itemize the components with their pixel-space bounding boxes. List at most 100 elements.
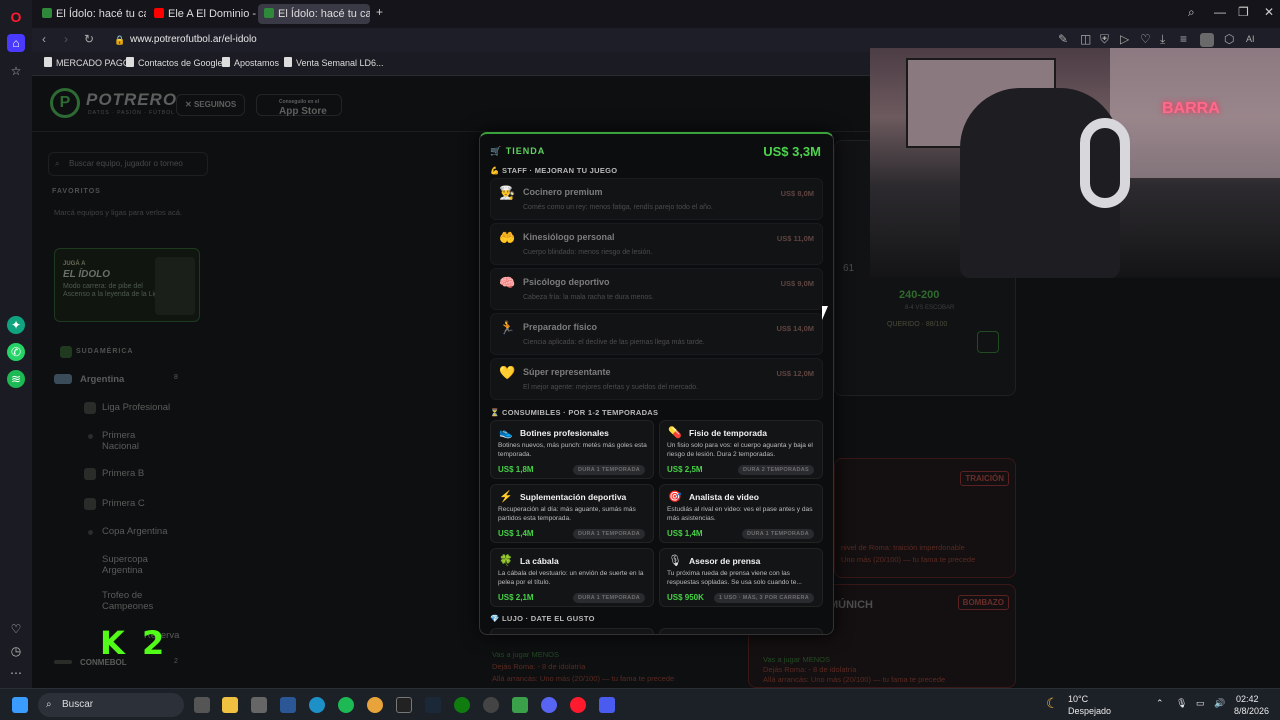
team-search-input[interactable]: ⌕ Buscar equipo, jugador o torneo <box>48 152 208 176</box>
el-idolo-promo-card[interactable]: JUGÁ A EL ÍDOLO Modo carrera: de pibe de… <box>54 248 200 322</box>
steam-icon[interactable] <box>425 697 441 713</box>
chatgpt-icon[interactable]: ✦ <box>7 316 25 334</box>
nav-copa-argentina[interactable]: Copa Argentina <box>102 526 168 537</box>
ai-button[interactable]: AI <box>1246 34 1255 44</box>
nav-primera-c[interactable]: Primera C <box>102 498 145 509</box>
star-icon[interactable]: ☆ <box>7 62 25 80</box>
spotify-icon[interactable] <box>338 697 354 713</box>
consumable-analista[interactable]: 🎯 Analista de video Estudiás al rival en… <box>659 484 823 543</box>
spotify-icon[interactable]: ≋ <box>7 370 25 388</box>
follow-button[interactable]: ✕ SEGUINOS <box>176 94 246 116</box>
bookmark-mercado-pago[interactable]: MERCADO PAGO <box>44 57 130 68</box>
xbox-icon[interactable] <box>454 697 470 713</box>
nav-supercopa[interactable]: Supercopa Argentina <box>102 554 172 576</box>
heart-icon[interactable]: ♡ <box>1140 32 1151 46</box>
consumable-asesor-prensa[interactable]: 🎙 Asesor de prensa Tu próxima rueda de p… <box>659 548 823 607</box>
taskbar-search[interactable]: ⌕ Buscar <box>38 693 184 717</box>
nav-primera-nacional[interactable]: Primera Nacional <box>102 430 172 452</box>
more-icon[interactable]: ⋯ <box>7 664 25 682</box>
nav-trofeo-campeones[interactable]: Trofeo de Campeones <box>102 590 172 612</box>
terminal-icon[interactable] <box>396 697 412 713</box>
player-card-image <box>155 257 195 315</box>
opera-logo-icon[interactable]: O <box>7 8 25 26</box>
bg-line-5: Allá arrancás: Uno más (20/100) — tu fam… <box>763 675 946 684</box>
bookmark-contactos[interactable]: Contactos de Google <box>126 57 223 68</box>
nav-primera-b[interactable]: Primera B <box>102 468 144 479</box>
forward-icon[interactable]: › <box>64 32 68 46</box>
lock-icon: 🔒 <box>114 35 126 45</box>
consumable-fisio[interactable]: 💊 Fisio de temporada Un fisio solo para … <box>659 420 823 479</box>
windows-start-icon[interactable] <box>12 697 28 713</box>
nav-liga-profesional[interactable]: Liga Profesional <box>102 402 170 413</box>
consumable-cabala[interactable]: 🍀 La cábala La cábala del vestuario: un … <box>490 548 654 607</box>
clock-icon[interactable]: ◷ <box>7 642 25 660</box>
region-sudamerica[interactable]: SUDAMÉRICA <box>76 348 133 355</box>
site-logo-text[interactable]: POTRERO <box>86 90 177 110</box>
whatsapp-icon[interactable]: ✆ <box>7 343 25 361</box>
microphone-icon[interactable]: 🎙 <box>1176 698 1187 709</box>
maximize-icon[interactable]: ❐ <box>1238 5 1249 19</box>
close-icon[interactable]: ✕ <box>1264 5 1274 19</box>
weather-desc[interactable]: Despejado <box>1068 706 1111 716</box>
download-icon[interactable]: ⤓ <box>1160 32 1165 47</box>
bookmark-apostamos[interactable]: Apostamos <box>222 57 279 68</box>
tab-el-idolo-active[interactable]: El Ídolo: hacé tu carrera e <box>258 4 370 24</box>
settings-icon[interactable] <box>483 697 499 713</box>
minimize-icon[interactable]: — <box>1214 5 1226 19</box>
bookmark-venta-semanal[interactable]: Venta Semanal LD6... <box>284 57 384 68</box>
target-icon: 🎯 <box>668 491 682 503</box>
app-icon[interactable] <box>512 697 528 713</box>
opera-icon[interactable] <box>570 697 586 713</box>
luxury-item-partial[interactable] <box>659 628 823 634</box>
site-logo-sub: DATOS · PASIÓN · FÚTBOL <box>88 110 175 116</box>
staff-item-kinesiologo[interactable]: 🤲 Kinesiólogo personal Cuerpo blindado: … <box>490 223 823 265</box>
shield-icon[interactable]: ⛨ <box>1100 32 1109 47</box>
profile-avatar[interactable] <box>1200 33 1214 47</box>
file-explorer-icon[interactable] <box>222 697 238 713</box>
weather-temp[interactable]: 10°C <box>1068 694 1088 704</box>
url-field[interactable]: 🔒 www.potrerofutbol.ar/el-idolo <box>108 30 868 50</box>
tab-youtube[interactable]: Ele A El Dominio - Ha <box>148 4 256 24</box>
camera-icon[interactable]: ◫ <box>1080 32 1091 46</box>
tab-el-idolo-1[interactable]: El Ídolo: hacé tu carrera e <box>36 4 146 24</box>
heart-icon[interactable]: ♡ <box>7 620 25 638</box>
extensions-icon[interactable]: ⬡ <box>1224 32 1234 46</box>
discord-icon[interactable] <box>541 697 557 713</box>
shop-icon[interactable] <box>977 331 999 353</box>
chrome-icon[interactable] <box>367 697 383 713</box>
reload-icon[interactable]: ↻ <box>84 32 94 46</box>
search-icon[interactable]: ⌕ <box>1188 5 1195 20</box>
chevron-up-icon[interactable]: ⌃ <box>1156 698 1164 709</box>
store-balance: US$ 3,3M <box>763 144 821 159</box>
messenger-icon[interactable] <box>599 697 615 713</box>
club-munich: MÚNICH <box>829 599 873 611</box>
webcam-overlay: BARRA <box>870 48 1280 278</box>
staff-item-cocinero[interactable]: 👨‍🍳 Cocinero premium Comés como un rey: … <box>490 178 823 220</box>
clock-date[interactable]: 8/8/2026 <box>1234 706 1269 716</box>
shield-icon <box>84 402 96 414</box>
task-view-icon[interactable] <box>194 697 210 713</box>
country-argentina[interactable]: Argentina <box>80 374 124 385</box>
camera-app-icon[interactable] <box>251 697 267 713</box>
search-icon: ⌕ <box>46 699 52 710</box>
volume-icon[interactable]: 🔊 <box>1214 698 1225 709</box>
word-icon[interactable] <box>280 697 296 713</box>
new-tab-icon[interactable]: + <box>376 5 383 19</box>
staff-item-representante[interactable]: 💛 Súper representante El mejor agente: m… <box>490 358 823 400</box>
home-icon[interactable]: ⌂ <box>7 34 25 52</box>
staff-item-preparador[interactable]: 🏃 Preparador físico Ciencia aplicada: el… <box>490 313 823 355</box>
consumable-suplementacion[interactable]: ⚡ Suplementación deportiva Recuperación … <box>490 484 654 543</box>
play-icon[interactable]: ▷ <box>1120 32 1129 46</box>
potrero-logo-icon[interactable]: P <box>50 88 80 118</box>
appstore-button[interactable]: Conseguilo en el App Store <box>256 94 342 117</box>
menu-icon[interactable]: ≡ <box>1180 32 1187 46</box>
snapshot-icon[interactable]: ✎ <box>1058 32 1068 46</box>
edge-icon[interactable] <box>309 697 325 713</box>
clock-time[interactable]: 02:42 <box>1236 694 1259 704</box>
back-icon[interactable]: ‹ <box>42 32 46 46</box>
staff-item-psicologo[interactable]: 🧠 Psicólogo deportivo Cabeza fría: la ma… <box>490 268 823 310</box>
luxury-item-partial[interactable] <box>490 628 654 634</box>
duration-tag: DURA 1 TEMPORADA <box>572 465 645 475</box>
monitor-icon[interactable]: ▭ <box>1196 698 1205 709</box>
consumable-botines[interactable]: 👟 Botines profesionales Botines nuevos, … <box>490 420 654 479</box>
